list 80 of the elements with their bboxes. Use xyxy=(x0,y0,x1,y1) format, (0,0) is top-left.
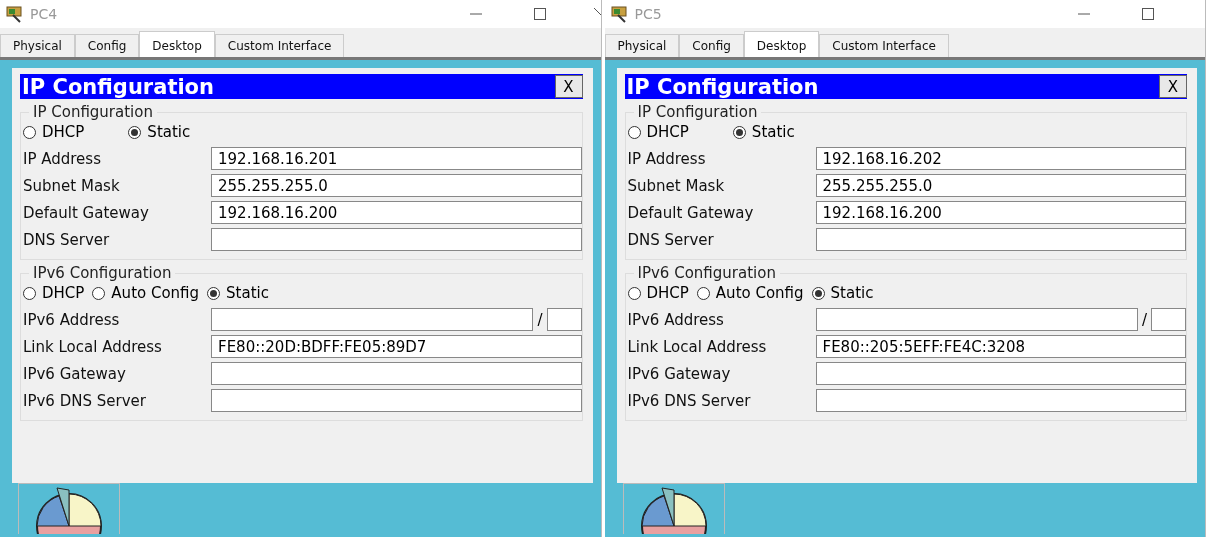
field-label: IP Address xyxy=(23,149,102,168)
radio-option[interactable]: Auto Config xyxy=(92,284,200,302)
app-icon xyxy=(608,4,629,24)
input-field[interactable]: 255.255.255.0 xyxy=(815,174,1186,197)
separator-label: / xyxy=(537,310,543,329)
radio-icon[interactable] xyxy=(23,125,36,139)
input-field[interactable]: 192.168.16.202 xyxy=(815,147,1186,170)
radio-option[interactable]: DHCP xyxy=(627,123,689,141)
radio-icon[interactable] xyxy=(696,286,710,300)
radio-icon[interactable] xyxy=(128,125,142,139)
input-field[interactable] xyxy=(815,308,1138,331)
radio-option[interactable]: DHCP xyxy=(23,284,85,302)
input-field[interactable]: FE80::205:5EFF:FE4C:3208 xyxy=(815,335,1186,358)
field-label: Subnet Mask xyxy=(23,176,121,195)
field-label: IPv6 DNS Server xyxy=(23,391,147,410)
input-field[interactable] xyxy=(211,228,582,251)
input-field[interactable]: 255.255.255.0 xyxy=(211,174,582,197)
group-label: IP Configuration xyxy=(29,103,157,121)
input-field[interactable]: FE80::20D:BDFF:FE05:89D7 xyxy=(211,335,582,358)
radio-icon[interactable] xyxy=(92,286,106,300)
group-label: IPv6 Configuration xyxy=(633,264,780,282)
input-field[interactable] xyxy=(815,389,1186,412)
dialog-title: IP Configuration xyxy=(625,74,819,99)
radio-option[interactable]: Static xyxy=(811,284,874,302)
field-label: IPv6 Gateway xyxy=(627,364,732,383)
field-label: Default Gateway xyxy=(627,203,755,222)
field-label: Default Gateway xyxy=(23,203,150,222)
field-label: Subnet Mask xyxy=(627,176,726,195)
tab[interactable]: Desktop xyxy=(139,31,215,57)
tab[interactable]: Custom Interface xyxy=(819,34,949,57)
radio-option[interactable]: Static xyxy=(128,123,191,141)
radio-icon[interactable] xyxy=(811,286,825,300)
group-label: IPv6 Configuration xyxy=(29,264,176,282)
maximize-icon[interactable] xyxy=(1141,7,1155,21)
close-button[interactable]: X xyxy=(1159,75,1187,98)
tab[interactable]: Physical xyxy=(604,34,680,57)
field-label: Link Local Address xyxy=(23,337,163,356)
dialog-title: IP Configuration xyxy=(21,74,214,99)
tab[interactable]: Custom Interface xyxy=(214,34,345,57)
desktop-icon-tile[interactable] xyxy=(622,483,725,534)
window-title: PC5 xyxy=(634,6,662,22)
radio-option[interactable]: Static xyxy=(732,123,795,141)
desktop-icon-tile[interactable] xyxy=(18,483,120,534)
input-field[interactable] xyxy=(815,362,1186,385)
field-label: DNS Server xyxy=(23,230,111,249)
radio-option[interactable]: Static xyxy=(207,284,269,302)
tab[interactable]: Config xyxy=(679,34,744,57)
input-field[interactable] xyxy=(211,389,582,412)
prefix-field[interactable] xyxy=(1151,308,1186,331)
tab[interactable]: Physical xyxy=(0,34,75,57)
separator-label: / xyxy=(1141,310,1147,329)
input-field[interactable] xyxy=(815,228,1186,251)
radio-icon[interactable] xyxy=(627,125,641,139)
radio-icon[interactable] xyxy=(207,286,221,300)
field-label: DNS Server xyxy=(627,230,715,249)
radio-icon[interactable] xyxy=(627,286,641,300)
field-label: Link Local Address xyxy=(627,337,768,356)
window-title: PC4 xyxy=(30,6,58,22)
radio-icon[interactable] xyxy=(23,286,36,300)
input-field[interactable]: 192.168.16.200 xyxy=(815,201,1186,224)
field-label: IPv6 Address xyxy=(627,310,725,329)
prefix-field[interactable] xyxy=(546,308,582,331)
app-icon xyxy=(4,4,24,24)
maximize-icon[interactable] xyxy=(532,7,547,21)
radio-option[interactable]: DHCP xyxy=(627,284,689,302)
radio-option[interactable]: DHCP xyxy=(23,123,85,141)
field-label: IPv6 Address xyxy=(23,310,121,329)
field-label: IPv6 DNS Server xyxy=(627,391,752,410)
tab[interactable]: Config xyxy=(74,34,140,57)
field-label: IPv6 Gateway xyxy=(23,364,127,383)
radio-icon[interactable] xyxy=(732,125,746,139)
input-field[interactable] xyxy=(211,308,534,331)
input-field[interactable]: 192.168.16.200 xyxy=(211,201,582,224)
tab[interactable]: Desktop xyxy=(743,31,820,57)
group-label: IP Configuration xyxy=(633,103,762,121)
input-field[interactable]: 192.168.16.201 xyxy=(211,147,582,170)
field-label: IP Address xyxy=(627,149,707,168)
close-button[interactable]: X xyxy=(554,75,583,98)
input-field[interactable] xyxy=(211,362,582,385)
radio-option[interactable]: Auto Config xyxy=(696,284,804,302)
